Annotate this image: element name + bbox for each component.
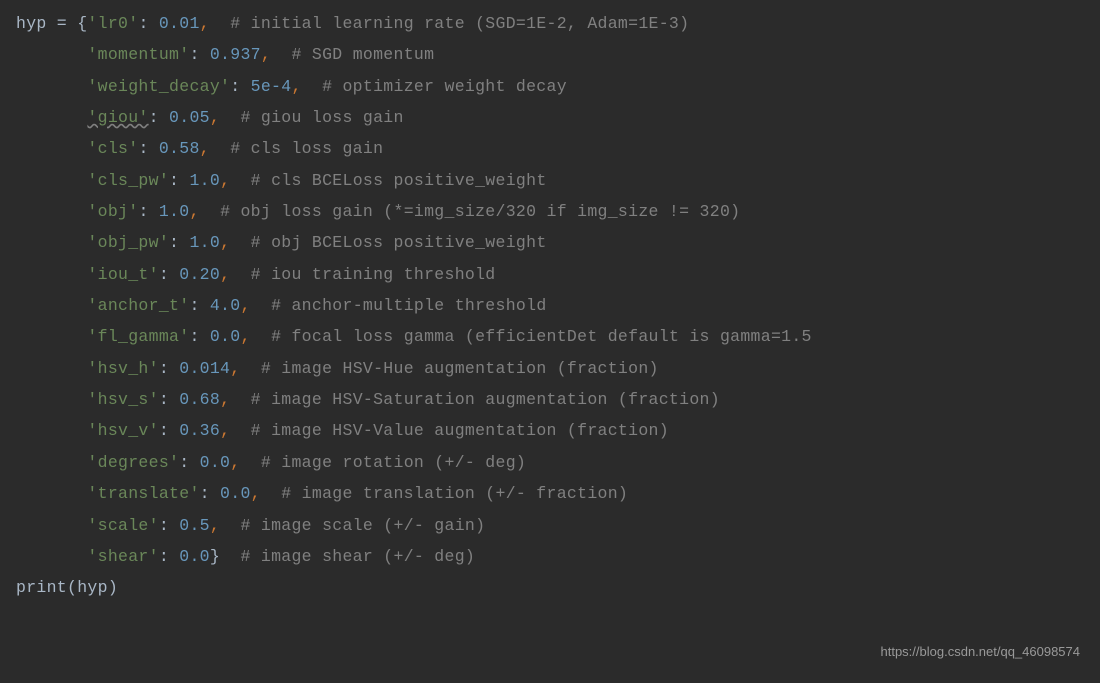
code-line: 'giou': 0.05, # giou loss gain — [16, 102, 1084, 133]
code-line: 'fl_gamma': 0.0, # focal loss gamma (eff… — [16, 321, 1084, 352]
code-line: 'shear': 0.0} # image shear (+/- deg) — [16, 541, 1084, 572]
code-line: 'scale': 0.5, # image scale (+/- gain) — [16, 510, 1084, 541]
code-line: 'degrees': 0.0, # image rotation (+/- de… — [16, 447, 1084, 478]
code-line: 'momentum': 0.937, # SGD momentum — [16, 39, 1084, 70]
code-line: 'weight_decay': 5e-4, # optimizer weight… — [16, 71, 1084, 102]
code-line: 'translate': 0.0, # image translation (+… — [16, 478, 1084, 509]
code-line: 'obj': 1.0, # obj loss gain (*=img_size/… — [16, 196, 1084, 227]
code-line: 'hsv_h': 0.014, # image HSV-Hue augmenta… — [16, 353, 1084, 384]
code-line: 'obj_pw': 1.0, # obj BCELoss positive_we… — [16, 227, 1084, 258]
code-line: hyp = {'lr0': 0.01, # initial learning r… — [16, 8, 1084, 39]
code-line: 'iou_t': 0.20, # iou training threshold — [16, 259, 1084, 290]
print-line: print(hyp) — [16, 572, 1084, 603]
code-line: 'hsv_v': 0.36, # image HSV-Value augment… — [16, 415, 1084, 446]
code-line: 'anchor_t': 4.0, # anchor-multiple thres… — [16, 290, 1084, 321]
code-line: 'hsv_s': 0.68, # image HSV-Saturation au… — [16, 384, 1084, 415]
code-line: 'cls': 0.58, # cls loss gain — [16, 133, 1084, 164]
code-block: hyp = {'lr0': 0.01, # initial learning r… — [16, 8, 1084, 604]
watermark-text: https://blog.csdn.net/qq_46098574 — [881, 640, 1081, 665]
code-line: 'cls_pw': 1.0, # cls BCELoss positive_we… — [16, 165, 1084, 196]
